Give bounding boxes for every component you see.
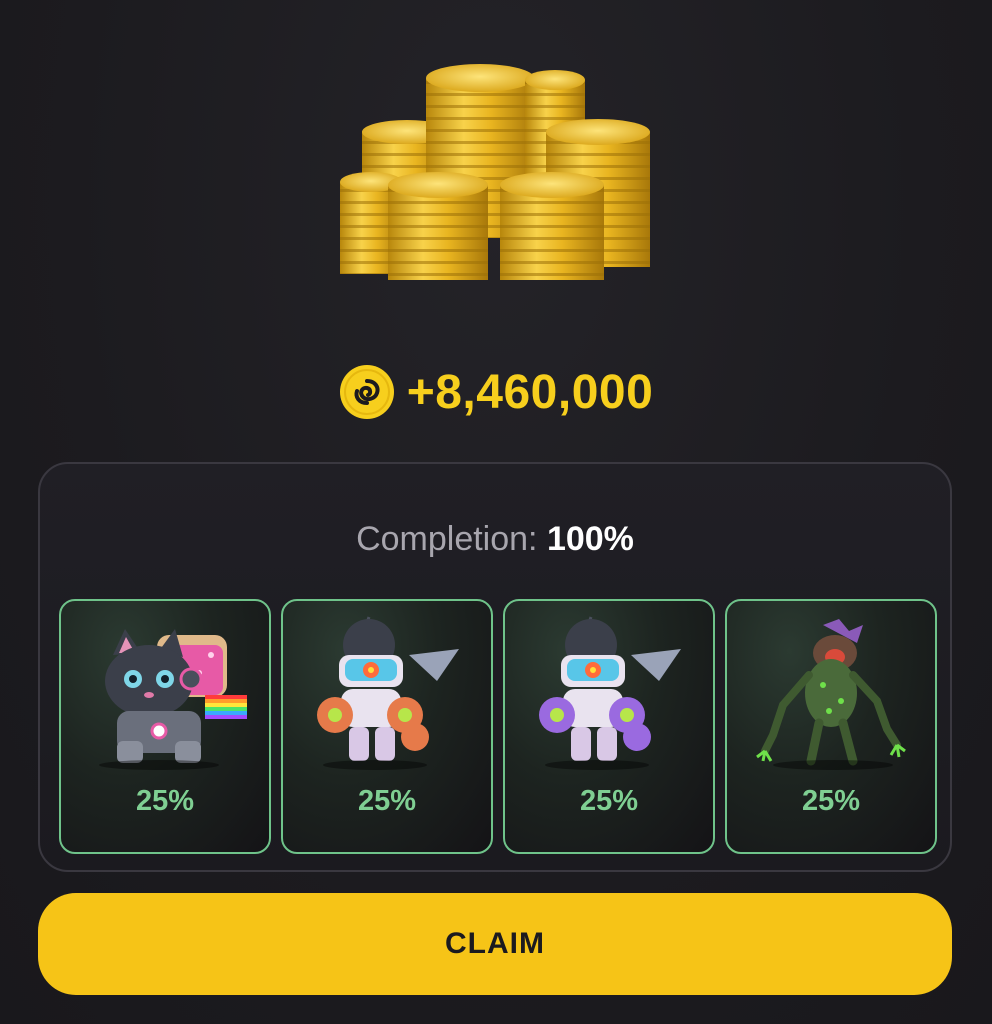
card-percent: 25% — [579, 785, 639, 817]
reward-screen: +8,460,000 Completion: 100% 25% 25% 25% … — [0, 0, 992, 1024]
cat-robot-icon — [99, 629, 247, 770]
card-percent: 25% — [357, 785, 417, 817]
card-percent: 25% — [135, 785, 195, 817]
completion-value: 100% — [546, 520, 634, 558]
card-percent: 25% — [801, 785, 861, 817]
character-cards: 25% 25% 25% 25% — [59, 599, 937, 854]
gold-coin-stacks-icon — [340, 64, 650, 280]
completion-panel: Completion: 100% 25% 25% 25% 25% — [38, 462, 952, 872]
purple-astronaut-robot-icon — [539, 616, 681, 770]
reward-amount-row: +8,460,000 — [0, 362, 992, 422]
completion-status: Completion: 100% — [40, 520, 950, 559]
spiral-coin-icon — [339, 365, 394, 419]
character-card[interactable]: 25% — [281, 599, 493, 854]
claim-button[interactable]: CLAIM — [38, 893, 952, 995]
character-card[interactable]: 25% — [725, 599, 937, 854]
completion-label: Completion: — [356, 520, 538, 558]
reward-amount: +8,460,000 — [406, 365, 654, 419]
character-card[interactable]: 25% — [59, 599, 271, 854]
character-card[interactable]: 25% — [503, 599, 715, 854]
orange-astronaut-robot-icon — [317, 616, 459, 770]
green-mutant-creature-icon — [756, 619, 906, 770]
